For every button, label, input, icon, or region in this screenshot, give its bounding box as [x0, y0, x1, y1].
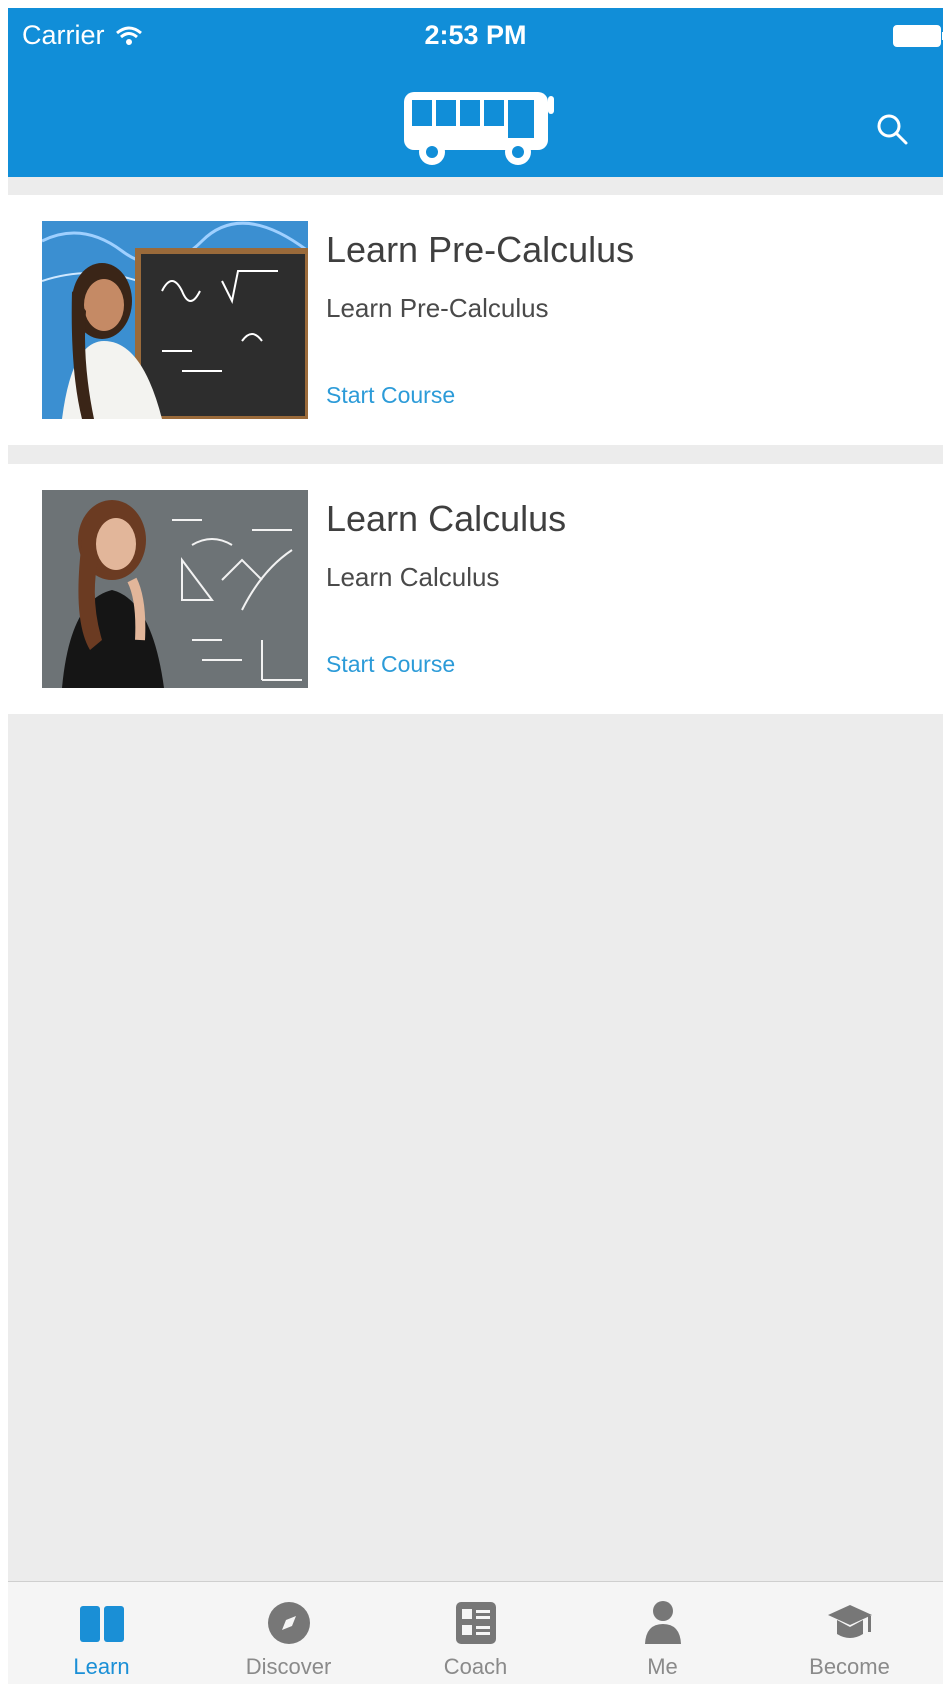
tab-label: Me [647, 1654, 678, 1679]
tab-label: Learn [73, 1654, 130, 1679]
tab-bar: Learn Discover Coach Me Become [8, 1581, 943, 1684]
course-card[interactable]: Learn Pre-Calculus Learn Pre-Calculus St… [8, 195, 943, 445]
tab-label: Become [809, 1654, 890, 1679]
course-card[interactable]: Learn Calculus Learn Calculus Start Cour… [8, 464, 943, 714]
tab-become[interactable]: Become [756, 1582, 943, 1684]
course-title: Learn Pre-Calculus [326, 229, 635, 270]
tab-label: Discover [245, 1654, 332, 1679]
course-title: Learn Calculus [326, 498, 567, 539]
search-icon[interactable] [875, 112, 909, 146]
course-subtitle: Learn Calculus [326, 562, 500, 592]
battery-icon [893, 25, 943, 47]
course-subtitle: Learn Pre-Calculus [326, 293, 549, 323]
tab-learn[interactable]: Learn [8, 1582, 195, 1684]
person-icon [644, 1601, 681, 1644]
graduation-cap-icon [827, 1605, 872, 1638]
course-thumbnail [42, 221, 308, 419]
tab-me[interactable]: Me [569, 1582, 756, 1684]
app-screen: Carrier 2:53 PM Learn Pre-Calculus Learn… [8, 8, 943, 1684]
start-course-link[interactable]: Start Course [326, 651, 455, 678]
tab-coach[interactable]: Coach [382, 1582, 569, 1684]
course-thumbnail [42, 490, 308, 688]
status-time: 2:53 PM [424, 20, 527, 50]
tab-label: Coach [443, 1654, 508, 1679]
bus-icon [404, 92, 554, 165]
coach-icon [455, 1602, 496, 1644]
book-icon [79, 1606, 124, 1642]
header-bar: Carrier 2:53 PM [8, 8, 943, 177]
compass-icon [267, 1602, 310, 1644]
start-course-link[interactable]: Start Course [326, 382, 455, 409]
tab-discover[interactable]: Discover [195, 1582, 382, 1684]
